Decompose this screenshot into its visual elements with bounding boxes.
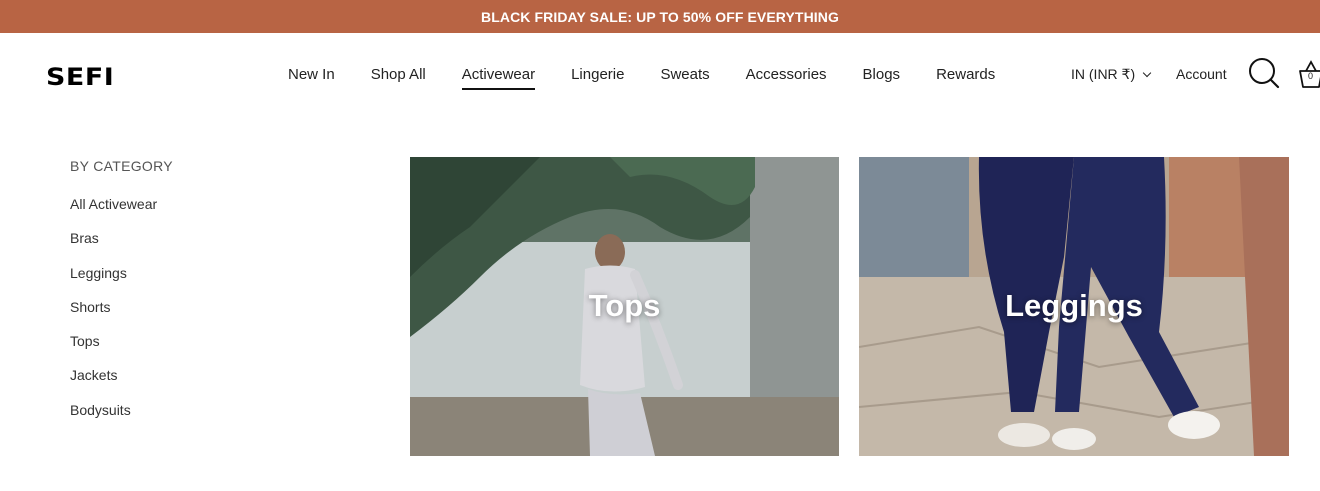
category-bras[interactable]: Bras [70,230,173,264]
main-nav: New In Shop All Activewear Lingerie Swea… [288,66,1031,90]
nav-accessories[interactable]: Accessories [746,66,827,90]
category-all-activewear[interactable]: All Activewear [70,196,173,230]
category-heading: BY CATEGORY [70,158,173,174]
nav-blogs[interactable]: Blogs [863,66,901,90]
category-bodysuits[interactable]: Bodysuits [70,402,173,436]
nav-sweats[interactable]: Sweats [660,66,709,90]
locale-label: IN (INR ₹) [1071,66,1136,82]
brand-logo[interactable]: SEFI [46,63,114,91]
tops-tile-label: Tops [588,288,661,323]
site-header: SEFI New In Shop All Activewear Lingerie… [0,33,1320,115]
nav-new-in[interactable]: New In [288,66,335,90]
nav-rewards[interactable]: Rewards [936,66,995,90]
promo-text: BLACK FRIDAY SALE: UP TO 50% OFF EVERYTH… [481,8,839,25]
leggings-tile-label: Leggings [1005,288,1143,323]
cart-count: 0 [1308,71,1314,81]
category-menu: BY CATEGORY All Activewear Bras Leggings… [70,158,173,436]
nav-activewear[interactable]: Activewear [461,66,536,90]
promo-banner[interactable]: BLACK FRIDAY SALE: UP TO 50% OFF EVERYTH… [0,0,1320,33]
nav-lingerie[interactable]: Lingerie [571,66,624,90]
category-jackets[interactable]: Jackets [70,367,173,401]
tops-category-tile[interactable]: Tops [410,157,839,456]
chevron-down-icon [1142,68,1152,78]
nav-shop-all[interactable]: Shop All [371,66,426,90]
category-tops[interactable]: Tops [70,333,173,367]
category-list: All Activewear Bras Leggings Shorts Tops… [70,196,173,436]
search-icon[interactable] [1248,57,1280,89]
category-leggings[interactable]: Leggings [70,265,173,299]
account-link[interactable]: Account [1176,66,1227,82]
locale-selector[interactable]: IN (INR ₹) [1071,66,1152,83]
category-shorts[interactable]: Shorts [70,299,173,333]
leggings-category-tile[interactable]: Leggings [859,157,1289,456]
